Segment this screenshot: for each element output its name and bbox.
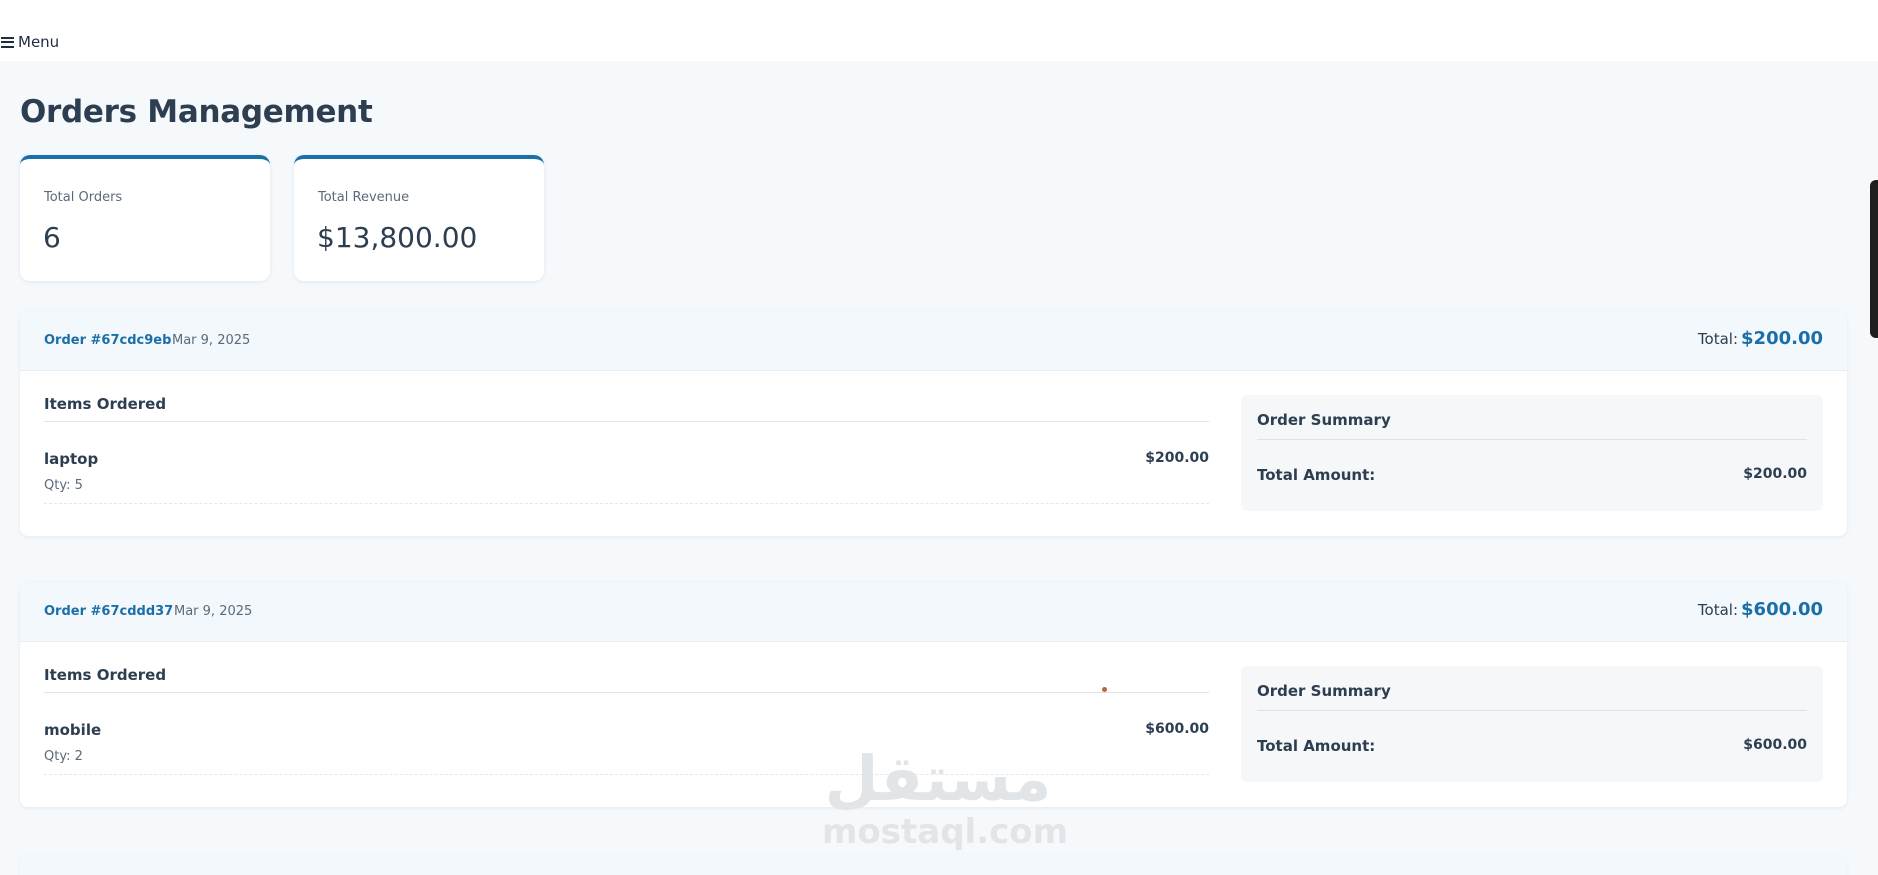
page-title: Orders Management bbox=[20, 94, 373, 130]
order-total-label: Total: bbox=[1697, 330, 1739, 348]
cursor-dot bbox=[1102, 687, 1107, 692]
summary-label: Total Amount: bbox=[1257, 466, 1376, 484]
item-qty: Qty: 5 bbox=[44, 478, 83, 493]
watermark-latin: mostaql.com bbox=[822, 812, 1069, 852]
order-summary: Order Summary Total Amount: $200.00 bbox=[1241, 395, 1823, 511]
summary-label: Total Amount: bbox=[1257, 737, 1376, 755]
order-id[interactable]: Order #67cdc9eb bbox=[44, 333, 171, 348]
stat-label: Total Revenue bbox=[318, 190, 410, 205]
stat-value: $13,800.00 bbox=[317, 221, 478, 254]
order-header: Order #67cdc9eb Mar 9, 2025 Total: $200.0… bbox=[20, 311, 1847, 371]
total-orders-card: Total Orders 6 bbox=[20, 155, 270, 281]
side-feedback-tab[interactable] bbox=[1870, 180, 1878, 338]
items-ordered-title: Items Ordered bbox=[44, 666, 1209, 693]
order-card: Order #67cdc9eb Mar 9, 2025 Total: $200.0… bbox=[20, 311, 1847, 536]
order-card-partial bbox=[20, 855, 1847, 875]
summary-row: Total Amount: $600.00 bbox=[1257, 737, 1807, 757]
order-card: Order #67cddd37 Mar 9, 2025 Total: $600.0… bbox=[20, 582, 1847, 807]
item-name: laptop bbox=[44, 450, 99, 468]
item-price: $200.00 bbox=[1145, 450, 1209, 466]
order-total-amount: $200.00 bbox=[1741, 328, 1823, 349]
order-header: Order #67cddd37 Mar 9, 2025 Total: $600.0… bbox=[20, 582, 1847, 642]
stat-label: Total Orders bbox=[44, 190, 123, 205]
item-qty: Qty: 2 bbox=[44, 749, 83, 764]
list-item: laptop Qty: 5 $200.00 bbox=[44, 422, 1209, 504]
hamburger-icon bbox=[1, 36, 14, 48]
order-total-label: Total: bbox=[1697, 601, 1739, 619]
order-date: Mar 9, 2025 bbox=[172, 333, 251, 348]
menu-button[interactable]: Menu bbox=[1, 33, 59, 51]
summary-value: $200.00 bbox=[1743, 466, 1807, 482]
order-total-amount: $600.00 bbox=[1741, 599, 1823, 620]
order-summary-title: Order Summary bbox=[1257, 682, 1807, 711]
item-name: mobile bbox=[44, 721, 102, 739]
total-revenue-card: Total Revenue $13,800.00 bbox=[294, 155, 544, 281]
order-date: Mar 9, 2025 bbox=[174, 604, 253, 619]
order-summary: Order Summary Total Amount: $600.00 bbox=[1241, 666, 1823, 782]
order-id[interactable]: Order #67cddd37 bbox=[44, 604, 173, 619]
list-item: mobile Qty: 2 $600.00 bbox=[44, 693, 1209, 775]
item-price: $600.00 bbox=[1145, 721, 1209, 737]
items-ordered: Items Ordered mobile Qty: 2 $600.00 bbox=[44, 666, 1209, 775]
order-summary-title: Order Summary bbox=[1257, 411, 1807, 440]
order-total: Total: $600.00 bbox=[1698, 599, 1823, 620]
items-ordered-title: Items Ordered bbox=[44, 395, 1209, 422]
stat-value: 6 bbox=[43, 221, 61, 254]
items-ordered: Items Ordered laptop Qty: 5 $200.00 bbox=[44, 395, 1209, 504]
menu-label: Menu bbox=[18, 33, 60, 51]
top-bar: Menu bbox=[0, 0, 1878, 61]
summary-row: Total Amount: $200.00 bbox=[1257, 466, 1807, 486]
summary-value: $600.00 bbox=[1743, 737, 1807, 753]
order-total: Total: $200.00 bbox=[1698, 328, 1823, 349]
